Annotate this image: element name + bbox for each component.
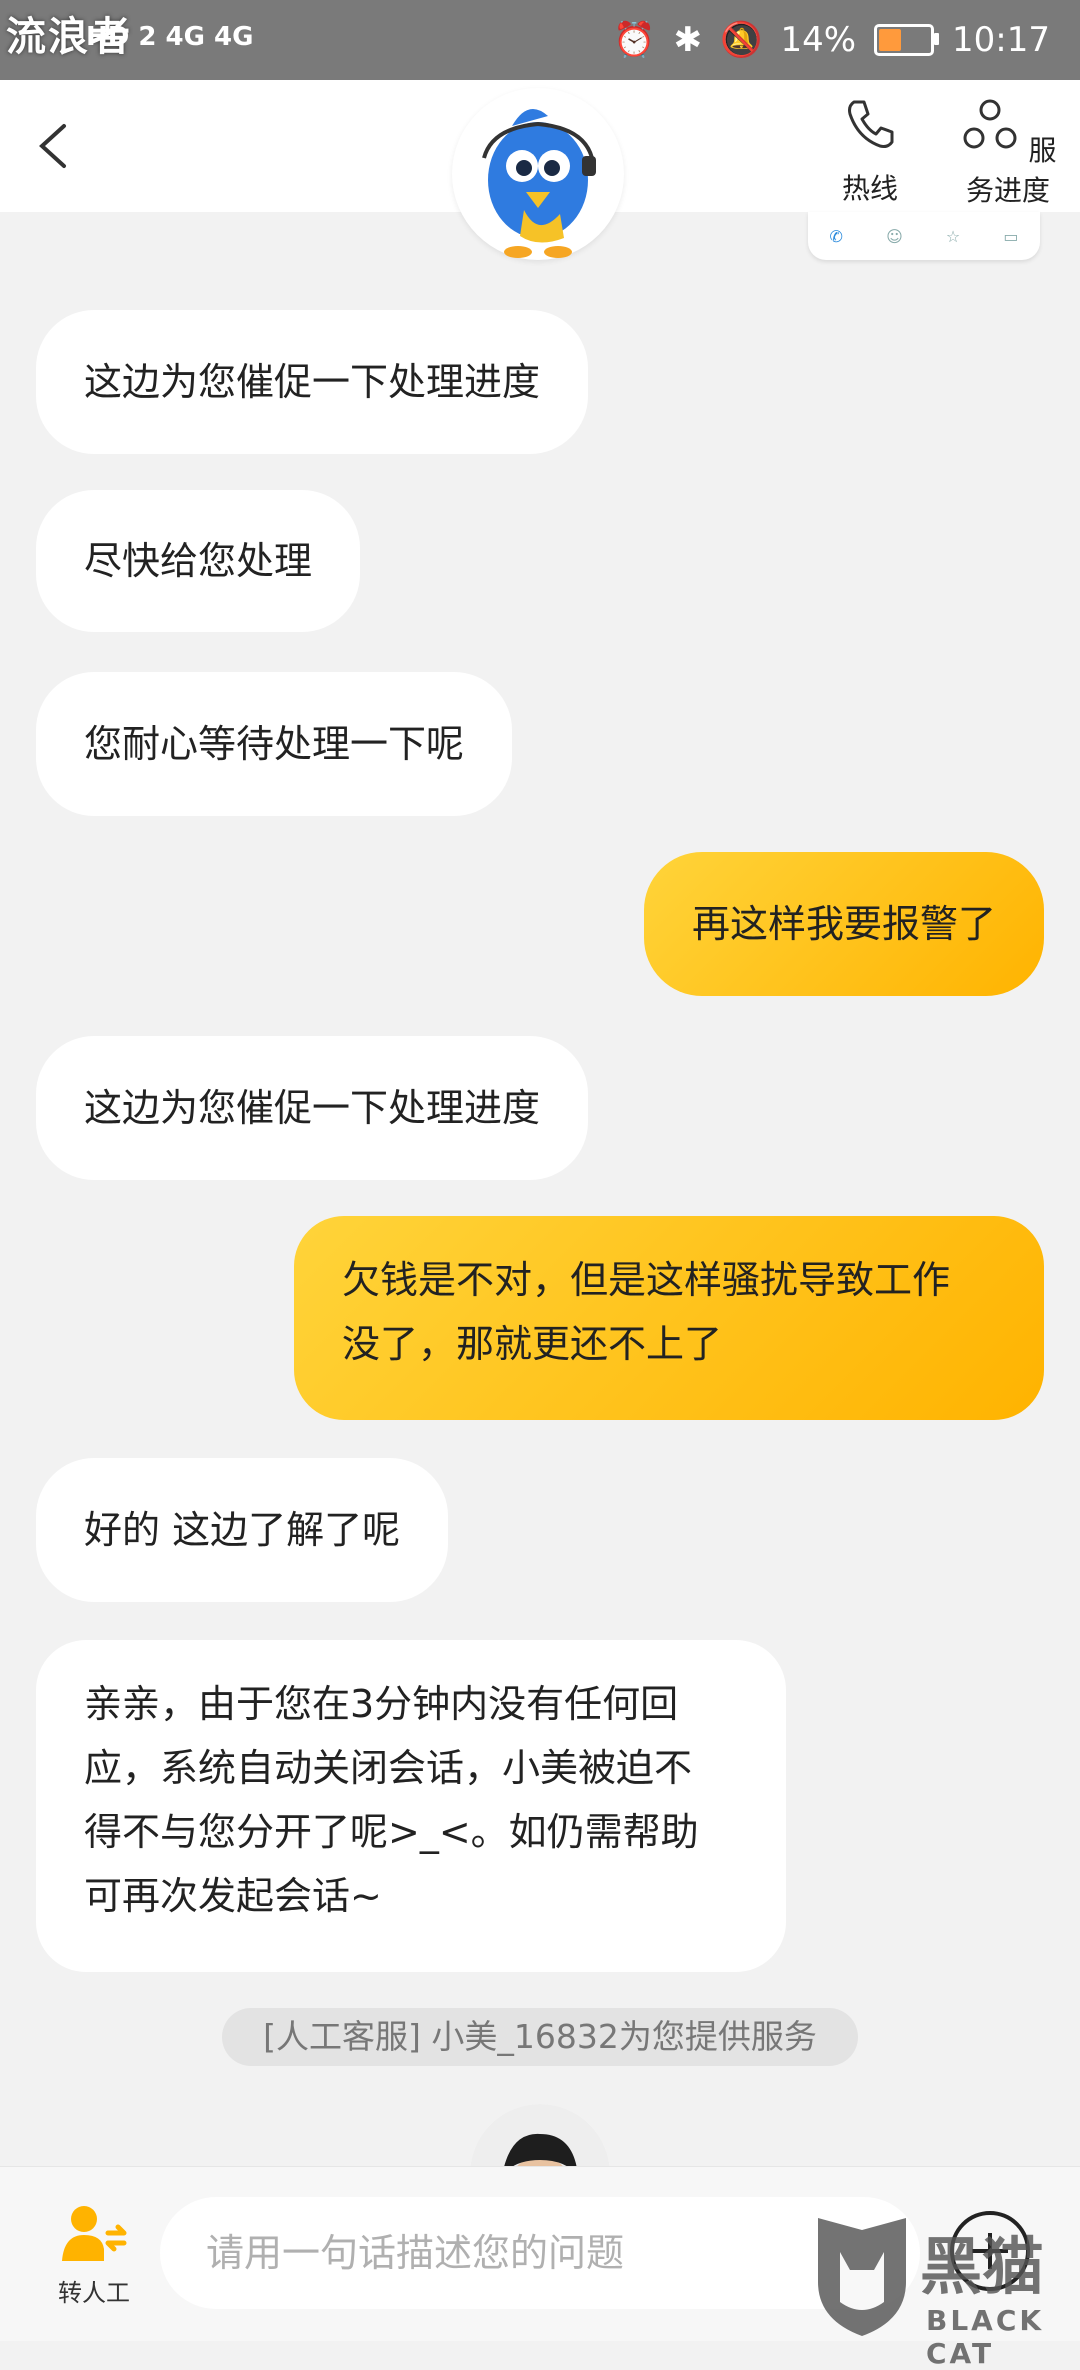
message-line: 可再次发起会话~ — [84, 1874, 382, 1918]
message-line: 欠钱是不对，但是这样骚扰导致工作 — [342, 1258, 951, 1302]
progress-nodes-icon — [963, 99, 1017, 149]
network-indicators: HD 2 4G 4G — [86, 22, 254, 52]
mute-icon: 🔕 — [720, 20, 763, 60]
message-bubble-outgoing: 再这样我要报警了 — [643, 852, 1044, 996]
message-bubble-incoming: 您耐心等待处理一下呢 — [36, 672, 513, 816]
clock: 10:17 — [952, 20, 1050, 60]
cat-shield-logo — [818, 2218, 906, 2336]
service-progress-button[interactable]: 服务进度 — [952, 94, 1064, 209]
message-text: 尽快给您处理 — [84, 539, 313, 583]
message-text: 这边为您催促一下处理进度 — [84, 360, 541, 404]
message-text: 这边为您催促一下处理进度 — [84, 1086, 541, 1130]
battery-icon — [874, 24, 940, 56]
bot-avatar — [452, 88, 624, 260]
hotline-button[interactable]: 热线 — [830, 94, 910, 207]
transfer-to-human-button[interactable]: 转人工 — [44, 2203, 144, 2308]
message-text: 好的 这边了解了呢 — [84, 1508, 401, 1552]
back-arrow-icon[interactable] — [34, 122, 74, 170]
phone-icon — [848, 100, 894, 148]
message-bubble-incoming: 亲亲，由于您在3分钟内没有任何回 应，系统自动关闭会话，小美被迫不 得不与您分开… — [36, 1640, 786, 1972]
message-line: 没了，那就更还不上了 — [342, 1322, 723, 1366]
status-right: ⏰ ✱ 🔕 14% 10:17 — [613, 18, 1050, 62]
transfer-agent-icon — [62, 2206, 127, 2261]
other-tab-icon: ▭ — [1003, 226, 1019, 246]
status-bar: 流浪者 HD 2 4G 4G ⏰ ✱ 🔕 14% 10:17 — [0, 0, 1080, 80]
bird-mascot-icon — [482, 108, 596, 258]
message-input[interactable]: 请用一句话描述您的问题 — [160, 2197, 920, 2309]
message-line: 应，系统自动关闭会话，小美被迫不 — [84, 1746, 693, 1790]
blackcat-watermark: 黑猫 BLACK CAT — [810, 2212, 1080, 2370]
alarm-icon: ⏰ — [613, 20, 656, 60]
watermark-subtitle: BLACK CAT — [926, 2304, 1045, 2370]
message-text: 再这样我要报警了 — [691, 902, 996, 946]
message-bubble-incoming: 这边为您催促一下处理进度 — [36, 1036, 589, 1180]
transfer-label: 转人工 — [58, 2279, 130, 2307]
message-line: 得不与您分开了呢>_<。如仍需帮助 — [84, 1810, 699, 1854]
message-text: 您耐心等待处理一下呢 — [84, 722, 465, 766]
contacts-tab-icon: ☺ — [886, 226, 903, 246]
message-bubble-incoming: 这边为您催促一下处理进度 — [36, 310, 589, 454]
system-notice: [人工客服] 小美_16832为您提供服务 — [222, 2008, 858, 2066]
phone-tab-icon: ✆ — [829, 226, 843, 246]
message-bubble-incoming: 好的 这边了解了呢 — [36, 1458, 449, 1602]
hotline-label: 热线 — [841, 172, 898, 205]
tab-strip-preview: ✆ ☺ ☆ ▭ — [808, 212, 1040, 260]
message-bubble-incoming: 尽快给您处理 — [36, 490, 361, 632]
favorites-tab-icon: ☆ — [945, 226, 961, 246]
message-bubble-outgoing: 欠钱是不对，但是这样骚扰导致工作 没了，那就更还不上了 — [294, 1216, 1044, 1420]
bluetooth-icon: ✱ — [673, 20, 703, 60]
battery-percent: 14% — [780, 20, 857, 60]
message-line: 亲亲，由于您在3分钟内没有任何回 — [84, 1682, 679, 1726]
watermark-title: 黑猫 — [920, 2230, 1045, 2303]
